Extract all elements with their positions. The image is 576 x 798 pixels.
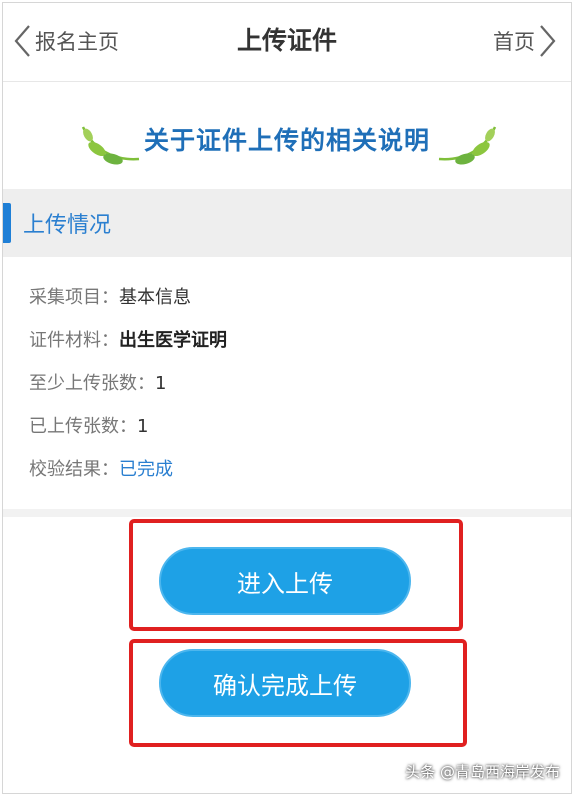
info-row-document-material: 证件材料：出生医学证明 xyxy=(29,326,227,369)
info-value: 1 xyxy=(155,373,167,394)
upload-info-list: 采集项目：基本信息 证件材料：出生医学证明 至少上传张数：1 已上传张数：1 校… xyxy=(29,283,227,498)
enter-upload-button[interactable]: 进入上传 xyxy=(159,547,411,615)
info-row-uploaded-count: 已上传张数：1 xyxy=(29,412,227,455)
section-header: 上传情况 xyxy=(3,189,571,257)
confirm-upload-button[interactable]: 确认完成上传 xyxy=(159,649,411,717)
info-label: 采集项目： xyxy=(29,287,119,308)
watermark: 头条 @青岛西海岸发布 xyxy=(405,763,560,781)
info-value: 基本信息 xyxy=(119,287,191,308)
chevron-right-icon xyxy=(540,25,556,57)
info-value: 1 xyxy=(137,416,149,437)
section-accent-bar xyxy=(3,203,11,243)
section-divider xyxy=(3,509,571,517)
info-row-verification-result: 校验结果：已完成 xyxy=(29,455,227,498)
info-label: 已上传张数： xyxy=(29,416,137,437)
info-label: 证件材料： xyxy=(29,330,119,351)
home-link-label: 首页 xyxy=(493,30,535,54)
info-label: 至少上传张数： xyxy=(29,373,155,394)
leaf-decoration-icon xyxy=(438,126,497,165)
instructions-banner[interactable]: 关于证件上传的相关说明 xyxy=(3,115,571,167)
home-link[interactable]: 首页 xyxy=(493,23,557,59)
verification-status: 已完成 xyxy=(119,459,173,480)
phone-screen: 报名主页 上传证件 首页 关于证件上传的相关说明 上传情况 采集项目：基本信息 … xyxy=(2,2,572,794)
info-value: 出生医学证明 xyxy=(119,330,227,351)
section-title: 上传情况 xyxy=(23,213,112,238)
page-title: 上传证件 xyxy=(236,26,337,55)
info-row-min-upload-count: 至少上传张数：1 xyxy=(29,369,227,412)
top-nav-bar: 报名主页 上传证件 首页 xyxy=(3,3,571,82)
info-row-collection-item: 采集项目：基本信息 xyxy=(29,283,227,326)
info-label: 校验结果： xyxy=(29,459,119,480)
